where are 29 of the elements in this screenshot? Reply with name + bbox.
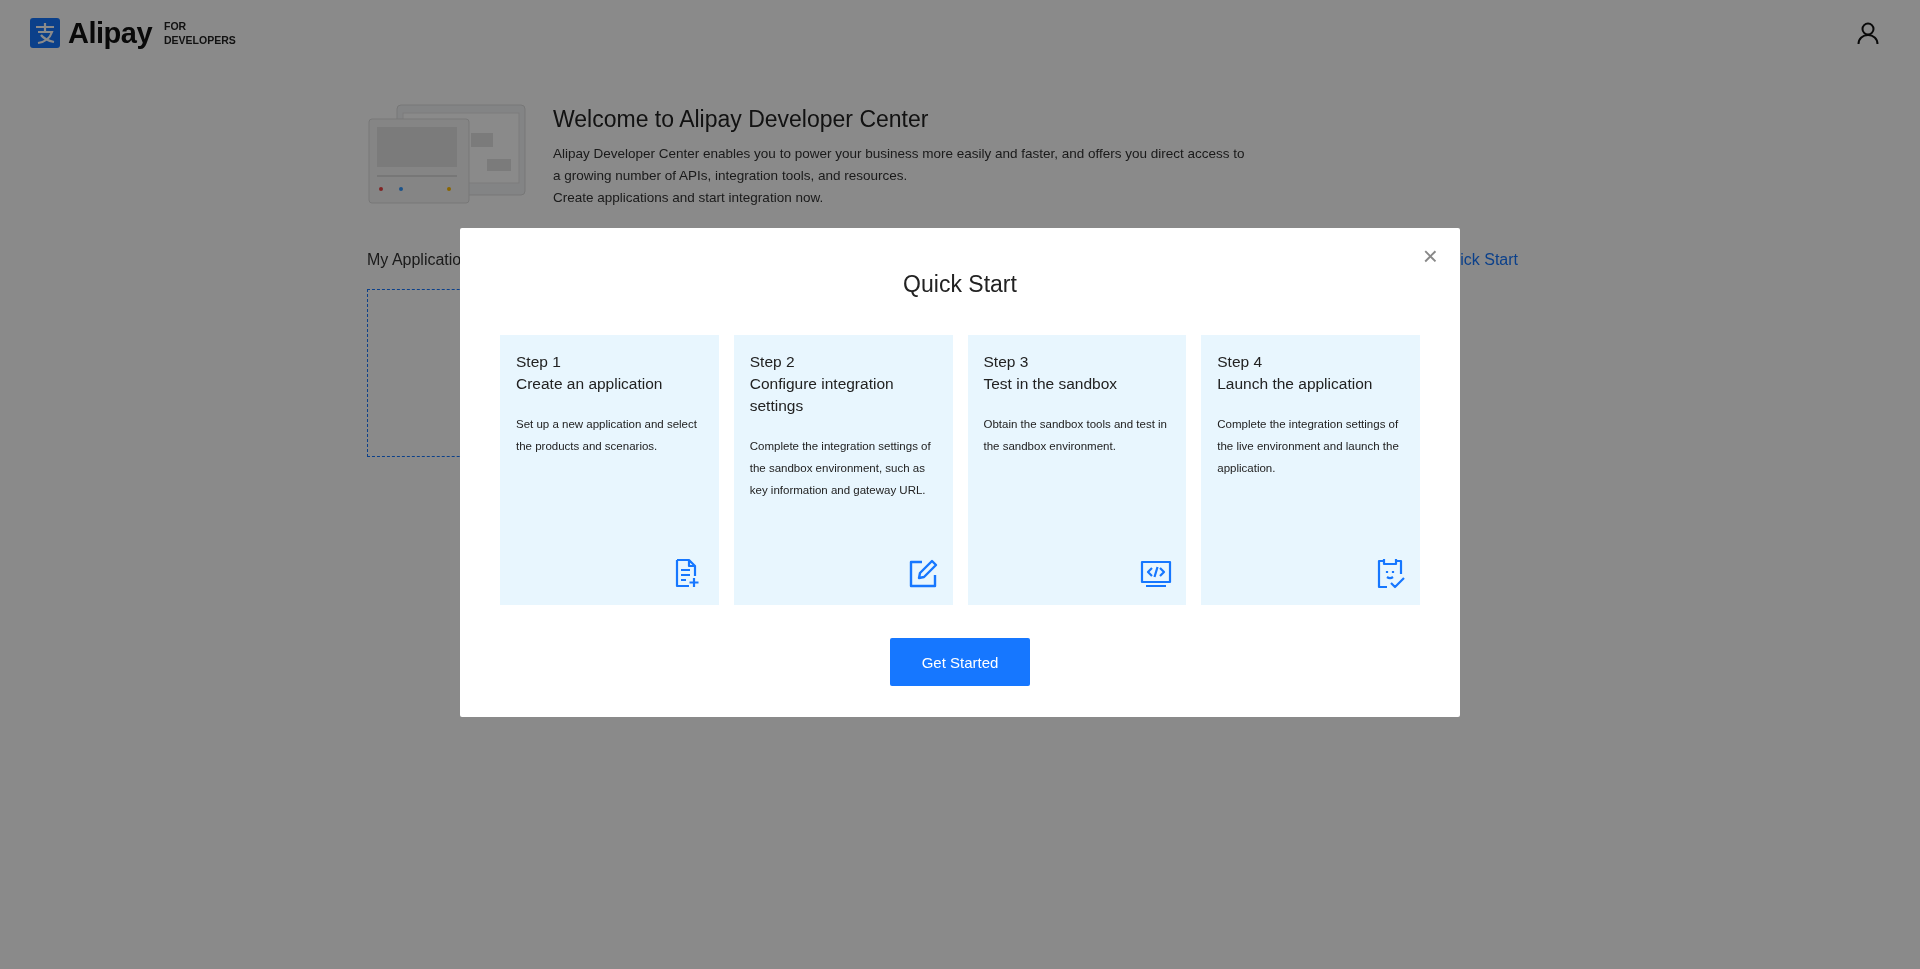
step-number: Step 1 (516, 352, 562, 372)
dialog-title: Quick Start (903, 270, 1017, 299)
step-number: Step 2 (749, 352, 796, 372)
step-title: Launch the application (1217, 374, 1374, 394)
step-number: Step 3 (983, 352, 1030, 372)
step-card[interactable]: Step 2 Configure integration settings Complete the integration settings of the sandbox environment, such as key information and gateway URL. (733, 335, 953, 605)
logo-subtitle: FOR (164, 19, 188, 33)
logo-icon (30, 18, 60, 48)
step-title: Create an application (516, 374, 664, 394)
step-description: Set up a new application and select the products and scenarios. (516, 417, 698, 454)
logo-subtitle: DEVELOPERS (164, 33, 236, 47)
logo-text: Alipay (68, 16, 153, 50)
close-button[interactable]: × (1418, 242, 1442, 270)
user-icon[interactable] (1856, 21, 1880, 45)
step-number: Step 4 (1217, 352, 1264, 372)
step-description: Obtain the sandbox tools and test in the sandbox environment. (983, 417, 1168, 454)
step-description: Complete the integration settings of the sandbox environment, such as key information and gateway URL. (749, 439, 932, 498)
welcome-title: Welcome to Alipay Developer Center (553, 106, 930, 133)
section-title: My Applicatio (367, 251, 462, 269)
step-title: Configure integration settings (749, 374, 895, 416)
welcome-text: Alipay Developer Center enables you to power your business more easily and faster, and offers you direct access to a growing number of APIs, integration tools, and resources. (553, 145, 1246, 185)
step-description: Complete the integration settings of the live environment and launch the application. (1217, 417, 1400, 476)
step-card[interactable]: Step 3 Test in the sandbox Obtain the sandbox tools and test in the sandbox environment. (967, 335, 1187, 605)
step-card[interactable]: Step 4 Launch the application Complete the integration settings of the live environment and launch the application. (1201, 335, 1420, 605)
step-card[interactable]: Step 1 Create an application Set up a new application and select the products and scenarios. (500, 335, 719, 605)
get-started-button[interactable]: Get Started (890, 638, 1030, 686)
code-monitor-icon (1140, 558, 1173, 590)
step-title: Test in the sandbox (983, 374, 1119, 394)
welcome-text: Create applications and start integration now. (553, 189, 825, 207)
